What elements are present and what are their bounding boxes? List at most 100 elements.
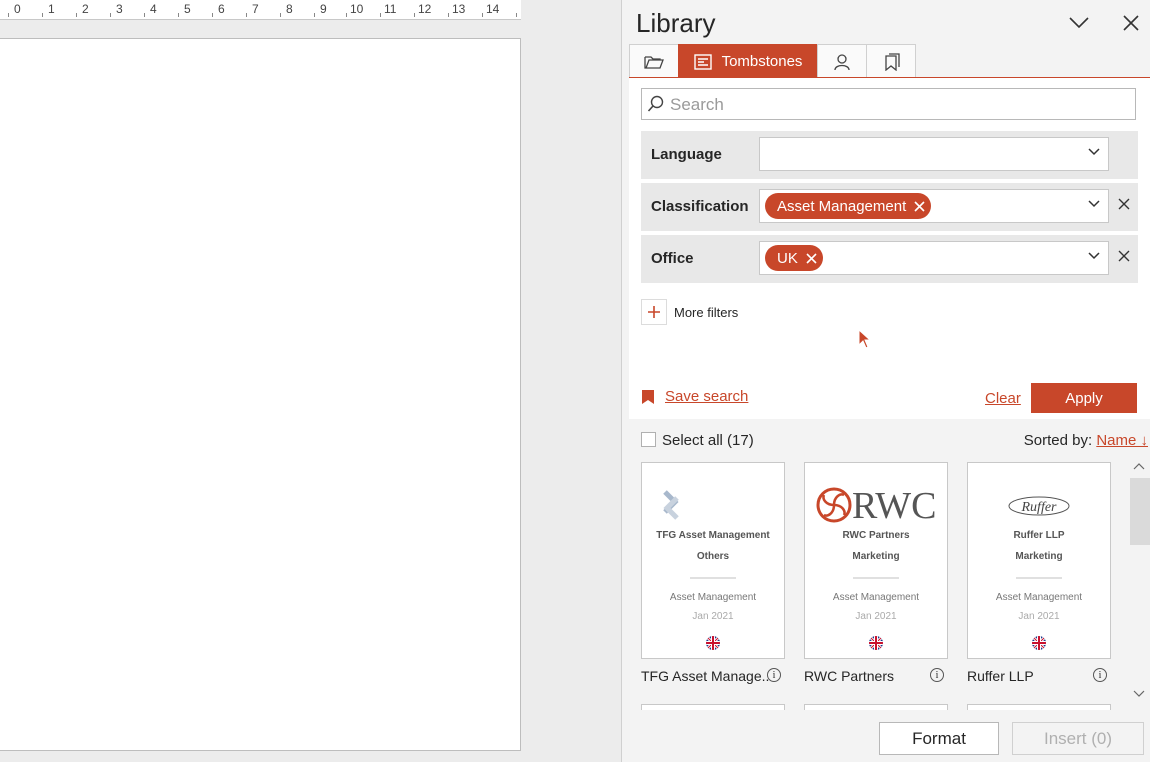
ruler-mark bbox=[482, 13, 483, 17]
sort-field-link[interactable]: Name ↓ bbox=[1096, 432, 1148, 449]
ruler-mark bbox=[414, 13, 415, 17]
ruler-mark bbox=[314, 13, 315, 17]
card-date: Jan 2021 bbox=[1018, 611, 1060, 622]
save-search-label: Save search bbox=[665, 388, 749, 405]
chip-label: Asset Management bbox=[777, 197, 907, 215]
tombstone-card[interactable]: Ruffer Ruffer LLP Marketing Asset Manage… bbox=[967, 462, 1111, 659]
info-icon[interactable]: i bbox=[930, 668, 944, 682]
ruler-mark bbox=[76, 13, 77, 17]
more-filters-button[interactable]: More filters bbox=[641, 299, 738, 325]
ruler-mark bbox=[280, 13, 281, 17]
results-toolbar: Select all (17) Sorted by: Name ↓ bbox=[641, 432, 1150, 452]
card-classification: Asset Management bbox=[995, 592, 1083, 603]
classification-select[interactable]: Asset Management bbox=[759, 189, 1109, 223]
info-icon[interactable]: i bbox=[767, 668, 781, 682]
filter-label: Language bbox=[651, 146, 722, 163]
svg-text:RWC: RWC bbox=[852, 485, 936, 525]
info-icon[interactable]: i bbox=[1093, 668, 1107, 682]
insert-button[interactable]: Insert (0) bbox=[1012, 722, 1144, 755]
card-category: Marketing bbox=[1015, 551, 1063, 562]
ruffer-logo: Ruffer bbox=[968, 483, 1110, 527]
card-title: TFG Asset Manage.. bbox=[641, 668, 770, 684]
chevron-down-icon bbox=[1088, 200, 1100, 208]
language-select[interactable] bbox=[759, 137, 1109, 171]
card-category: Marketing bbox=[852, 551, 900, 562]
collapse-button[interactable] bbox=[1067, 11, 1091, 35]
search-icon bbox=[647, 95, 664, 112]
clear-filter-icon[interactable] bbox=[1118, 198, 1130, 210]
ruler-mark bbox=[346, 13, 347, 17]
plus-icon bbox=[641, 299, 667, 325]
tombstone-icon bbox=[693, 53, 712, 70]
apply-button[interactable]: Apply bbox=[1031, 383, 1137, 413]
bookmark-icon bbox=[642, 389, 654, 404]
more-filters-label: More filters bbox=[674, 304, 739, 320]
filter-row-language: Language bbox=[641, 131, 1138, 179]
ruler-mark bbox=[42, 13, 43, 17]
panel-title: Library bbox=[636, 8, 716, 38]
tab-folders[interactable] bbox=[629, 44, 679, 78]
close-icon bbox=[806, 252, 817, 264]
ruler-mark bbox=[144, 13, 145, 17]
filter-area: Search Language Classification Asset Man… bbox=[629, 78, 1150, 419]
card-company: TFG Asset Management bbox=[656, 530, 770, 541]
save-search-button[interactable]: Save search bbox=[641, 388, 748, 405]
folder-open-icon bbox=[644, 55, 664, 69]
select-all-label[interactable]: Select all (17) bbox=[662, 432, 754, 449]
card-classification: Asset Management bbox=[669, 592, 757, 603]
tab-tombstones-label: Tombstones bbox=[721, 53, 803, 70]
ruler-number: 14 bbox=[486, 2, 500, 16]
tombstone-card[interactable]: TFG Asset Management Others Asset Manage… bbox=[641, 462, 785, 659]
office-select[interactable]: UK bbox=[759, 241, 1109, 275]
card-category: Others bbox=[696, 551, 730, 562]
tab-people[interactable] bbox=[817, 44, 867, 78]
filter-chip: UK bbox=[765, 245, 823, 271]
ruler-mark bbox=[448, 13, 449, 17]
person-icon bbox=[834, 53, 850, 70]
ruler-number: 7 bbox=[252, 2, 259, 16]
close-button[interactable] bbox=[1119, 11, 1143, 35]
tab-tombstones[interactable]: Tombstones bbox=[678, 44, 818, 78]
ruler-mark bbox=[246, 13, 247, 17]
mouse-cursor-icon bbox=[858, 329, 872, 349]
tab-saved-searches[interactable] bbox=[866, 44, 916, 78]
ruler-number: 2 bbox=[82, 2, 89, 16]
ruler-mark bbox=[516, 13, 517, 17]
close-icon bbox=[914, 200, 925, 212]
card-company: Ruffer LLP bbox=[1013, 530, 1065, 541]
ruler-number: 12 bbox=[418, 2, 432, 16]
clear-link[interactable]: Clear bbox=[985, 390, 1021, 407]
search-input[interactable]: Search bbox=[641, 88, 1136, 120]
chip-remove-button[interactable] bbox=[914, 200, 925, 212]
ruler-number: 6 bbox=[218, 2, 225, 16]
scroll-down-icon[interactable] bbox=[1133, 690, 1145, 698]
card-date: Jan 2021 bbox=[855, 611, 897, 622]
sort-control: Sorted by: Name ↓ bbox=[1024, 432, 1148, 449]
ruler-number: 10 bbox=[350, 2, 364, 16]
select-all-checkbox[interactable] bbox=[641, 432, 656, 447]
card-classification: Asset Management bbox=[832, 592, 920, 603]
format-button[interactable]: Format bbox=[879, 722, 999, 755]
chip-remove-button[interactable] bbox=[806, 252, 817, 264]
clear-filter-icon[interactable] bbox=[1118, 250, 1130, 262]
card-separator bbox=[690, 577, 736, 579]
filter-label: Classification bbox=[651, 198, 749, 215]
scrollbar-thumb[interactable] bbox=[1130, 478, 1150, 545]
ruler-number: 4 bbox=[150, 2, 157, 16]
scroll-up-icon[interactable] bbox=[1133, 462, 1145, 470]
slide-canvas[interactable] bbox=[0, 38, 521, 751]
ruler-mark bbox=[110, 13, 111, 17]
card-title: RWC Partners bbox=[804, 668, 894, 684]
ruler-number: 5 bbox=[184, 2, 191, 16]
uk-flag-icon bbox=[706, 636, 720, 650]
chevron-down-icon bbox=[1069, 17, 1089, 29]
svg-text:Ruffer: Ruffer bbox=[1021, 500, 1058, 515]
ruler-number: 11 bbox=[384, 2, 397, 16]
tombstone-card[interactable]: RWC RWC Partners Marketing Asset Managem… bbox=[804, 462, 948, 659]
filter-row-classification: Classification Asset Management bbox=[641, 183, 1138, 231]
ruler-number: 13 bbox=[452, 2, 466, 16]
ruler-number: 1 bbox=[48, 2, 55, 16]
ruler-number: 0 bbox=[14, 2, 21, 16]
search-placeholder: Search bbox=[670, 95, 724, 114]
filter-label: Office bbox=[651, 250, 694, 267]
